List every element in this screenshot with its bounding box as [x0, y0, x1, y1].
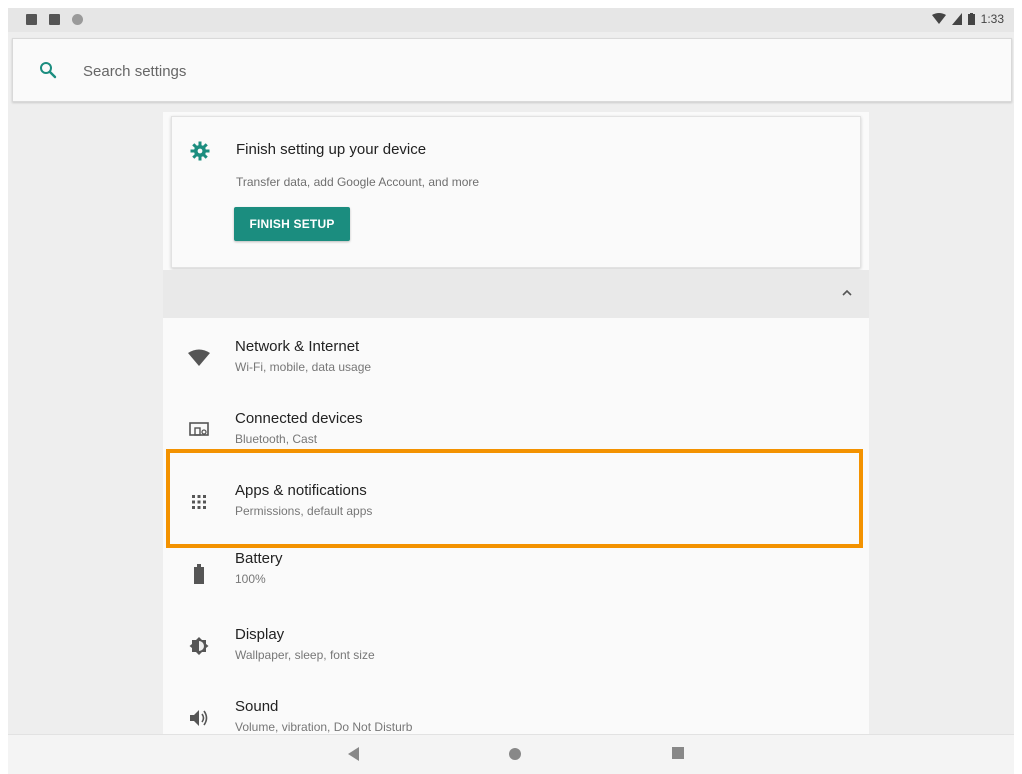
search-bar[interactable]: Search settings [12, 38, 1012, 102]
item-subtitle: Bluetooth, Cast [235, 432, 318, 446]
item-title: Connected devices [235, 410, 363, 427]
gear-icon [190, 141, 210, 161]
back-icon[interactable] [348, 747, 360, 761]
item-title: Network & Internet [235, 338, 360, 355]
home-icon[interactable] [508, 747, 522, 761]
item-title: Sound [235, 698, 279, 715]
devices-icon [187, 418, 211, 442]
item-title: Battery [235, 550, 283, 567]
item-subtitle: Volume, vibration, Do Not Disturb [235, 720, 413, 734]
status-right-icons: 1:33 [931, 12, 1004, 26]
suggestion-card: Finish setting up your device Transfer d… [171, 116, 861, 268]
volume-icon [187, 706, 211, 730]
status-time: 1:33 [980, 12, 1004, 26]
card-title: Finish setting up your device [236, 141, 427, 158]
battery-icon [967, 13, 975, 25]
search-icon[interactable] [39, 61, 57, 79]
circle-status-icon [72, 14, 83, 25]
settings-screen: 1:33 Search settings Finish setting up y… [8, 8, 1014, 774]
card-subtitle: Transfer data, add Google Account, and m… [236, 175, 480, 189]
brightness-icon [187, 634, 211, 658]
status-bar: 1:33 [8, 8, 1014, 32]
wifi-icon [187, 346, 211, 370]
item-subtitle: Wi-Fi, mobile, data usage [235, 360, 372, 374]
sd-card-icon [49, 14, 60, 25]
finish-setup-button[interactable]: FINISH SETUP [234, 207, 350, 241]
notification-a-icon [26, 14, 37, 25]
settings-content: Finish setting up your device Transfer d… [163, 112, 869, 752]
recents-icon[interactable] [672, 747, 684, 759]
item-title: Display [235, 626, 285, 643]
item-subtitle: Wallpaper, sleep, font size [235, 648, 375, 662]
status-left-icons [26, 14, 83, 25]
search-input[interactable]: Search settings [83, 63, 186, 80]
signal-icon [951, 13, 962, 25]
item-subtitle: 100% [235, 572, 266, 586]
settings-item-battery[interactable]: Battery 100% [163, 544, 869, 610]
navigation-bar [8, 734, 1014, 774]
wifi-icon [931, 13, 946, 24]
settings-item-network[interactable]: Network & Internet Wi-Fi, mobile, data u… [163, 328, 869, 394]
suggestions-collapse-bar[interactable] [163, 270, 869, 318]
chevron-up-icon[interactable] [841, 288, 853, 296]
settings-item-display[interactable]: Display Wallpaper, sleep, font size [163, 616, 869, 682]
highlight-box [166, 449, 863, 548]
battery-icon [187, 562, 211, 586]
